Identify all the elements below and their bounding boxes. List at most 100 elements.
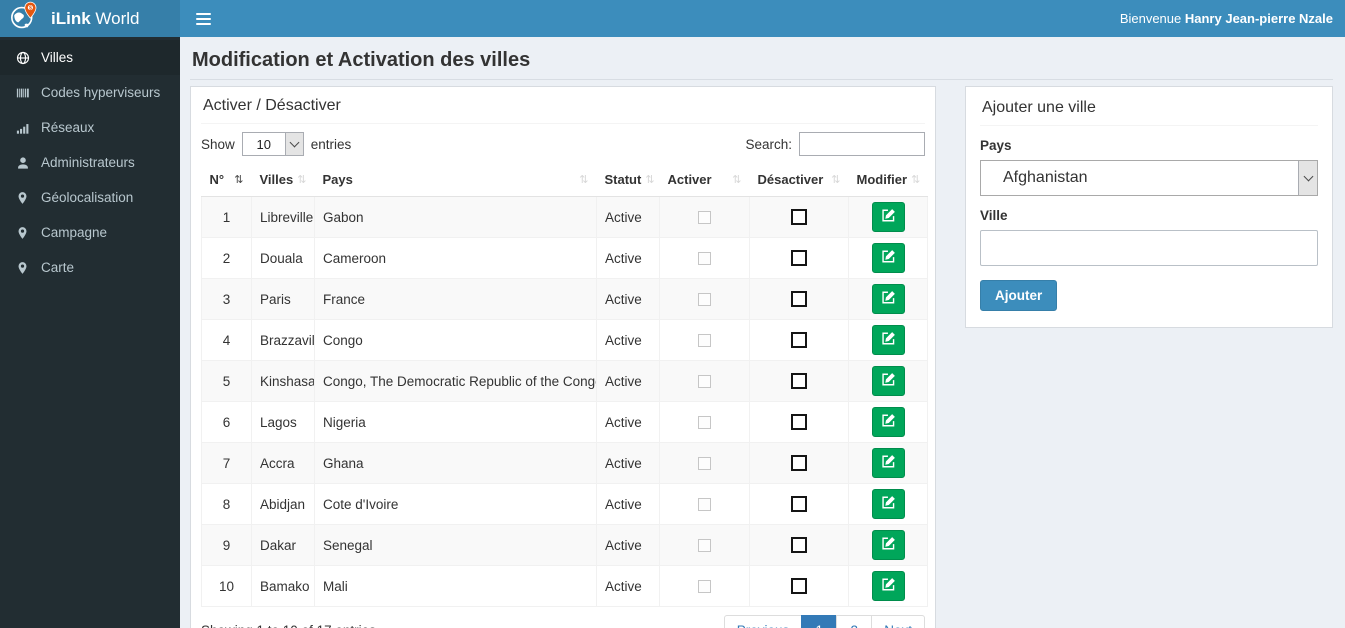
activer-checkbox [698, 416, 711, 430]
column-header[interactable]: Modifier ⇅ [848, 166, 928, 197]
column-header[interactable]: Statut ⇅ [596, 166, 660, 197]
desactiver-checkbox[interactable] [791, 414, 807, 431]
entries-length-select[interactable]: 10 [241, 132, 304, 156]
cell-statut: Active [596, 442, 660, 484]
activer-checkbox [698, 498, 711, 512]
column-header[interactable]: N° ⇅ [201, 166, 252, 197]
ville-input[interactable] [980, 230, 1318, 266]
pays-select[interactable]: Afghanistan [980, 160, 1318, 196]
title-divider [190, 79, 1333, 80]
cell-ville: Accra [251, 442, 315, 484]
pays-selected-value: Afghanistan [1003, 169, 1088, 186]
sidebar-item-label: Villes [41, 50, 74, 65]
globe-icon [16, 51, 29, 64]
column-header-label: Modifier [856, 172, 908, 187]
hamburger-menu-icon[interactable] [189, 8, 218, 30]
column-header[interactable]: Désactiver ⇅ [749, 166, 849, 197]
activer-checkbox [698, 457, 711, 471]
modifier-button[interactable] [871, 489, 905, 519]
ajouter-button[interactable]: Ajouter [980, 280, 1058, 311]
sort-icon[interactable]: ⇅ [911, 173, 920, 186]
top-nav: Bienvenue Hanry Jean-pierre Nzale [180, 0, 1345, 37]
modifier-button[interactable] [871, 407, 905, 437]
page-number-button[interactable]: 1 [801, 615, 838, 628]
desactiver-checkbox[interactable] [791, 291, 807, 308]
cell-pays: Cote d'Ivoire [314, 483, 597, 525]
column-header[interactable]: Activer ⇅ [659, 166, 750, 197]
globe-pin-logo-icon: $ [9, 1, 39, 36]
sort-icon[interactable]: ⇅ [297, 173, 306, 186]
ajouter-panel-title: Ajouter une ville [980, 97, 1318, 126]
sidebar: Villes Codes hyperviseurs Réseaux Admini… [0, 37, 180, 628]
sort-icon[interactable]: ⇅ [645, 173, 654, 186]
modifier-button[interactable] [871, 366, 905, 396]
activer-checkbox [698, 334, 711, 348]
cell-pays: Mali [314, 565, 597, 607]
activer-checkbox [698, 252, 711, 266]
sidebar-item-reseaux[interactable]: Réseaux [0, 110, 180, 145]
column-header-label: Pays [322, 172, 353, 187]
desactiver-checkbox[interactable] [791, 373, 807, 390]
cell-ville: Abidjan [251, 483, 315, 525]
sort-icon[interactable]: ⇅ [732, 173, 741, 186]
cell-statut: Active [596, 319, 660, 361]
table-row: 5 Kinshasa Congo, The Democratic Republi… [201, 360, 928, 402]
table-row: 6 Lagos Nigeria Active [201, 401, 928, 443]
entries-length-control: Show 10 entries [201, 132, 351, 156]
desactiver-checkbox[interactable] [791, 537, 807, 554]
edit-pencil-icon [881, 372, 896, 390]
page-number-button[interactable]: 2 [836, 615, 873, 628]
desactiver-checkbox[interactable] [791, 496, 807, 513]
edit-pencil-icon [881, 331, 896, 349]
sort-icon[interactable]: ⇅ [234, 173, 243, 186]
modifier-button[interactable] [871, 325, 905, 355]
desactiver-checkbox[interactable] [791, 209, 807, 226]
table-row: 3 Paris France Active [201, 278, 928, 320]
desactiver-checkbox[interactable] [791, 578, 807, 595]
edit-pencil-icon [881, 290, 896, 308]
brand-logo[interactable]: $ iLink World [0, 0, 180, 37]
sidebar-item-villes[interactable]: Villes [0, 40, 180, 75]
modifier-button[interactable] [871, 202, 905, 232]
search-input[interactable] [799, 132, 925, 156]
sidebar-item-administrateurs[interactable]: Administrateurs [0, 145, 180, 180]
cell-numero: 5 [201, 360, 252, 402]
sort-icon[interactable]: ⇅ [831, 173, 840, 186]
content-area: Modification et Activation des villes Ac… [180, 37, 1345, 628]
column-header[interactable]: Pays ⇅ [314, 166, 597, 197]
sidebar-item-geolocalisation[interactable]: Géolocalisation [0, 180, 180, 215]
next-page-button[interactable]: Next [871, 615, 925, 628]
search-control: Search: [745, 132, 925, 156]
sidebar-item-campagne[interactable]: Campagne [0, 215, 180, 250]
cell-ville: Lagos [251, 401, 315, 443]
activer-checkbox [698, 580, 711, 594]
sidebar-item-codes-hyperviseurs[interactable]: Codes hyperviseurs [0, 75, 180, 110]
desactiver-checkbox[interactable] [791, 332, 807, 349]
column-header[interactable]: Villes ⇅ [251, 166, 315, 197]
desactiver-checkbox[interactable] [791, 250, 807, 267]
table-row: 8 Abidjan Cote d'Ivoire Active [201, 483, 928, 525]
sort-icon[interactable]: ⇅ [579, 173, 588, 186]
desactiver-checkbox[interactable] [791, 455, 807, 472]
app-window: $ iLink World Bienvenue Hanry Jean-pierr… [0, 0, 1345, 628]
modifier-button[interactable] [871, 571, 905, 601]
modifier-button[interactable] [871, 530, 905, 560]
cell-pays: Nigeria [314, 401, 597, 443]
table-row: 1 Libreville Gabon Active [201, 196, 928, 238]
cell-statut: Active [596, 565, 660, 607]
modifier-button[interactable] [871, 243, 905, 273]
chevron-down-icon [1298, 161, 1317, 195]
modifier-button[interactable] [871, 284, 905, 314]
sidebar-item-carte[interactable]: Carte [0, 250, 180, 285]
cell-pays: Congo, The Democratic Republic of the Co… [314, 360, 597, 402]
cell-numero: 4 [201, 319, 252, 361]
previous-page-button[interactable]: Previous [723, 615, 803, 628]
ajouter-ville-panel: Ajouter une ville Pays Afghanistan Ville… [965, 86, 1333, 328]
sidebar-item-label: Réseaux [41, 120, 95, 135]
pays-label: Pays [980, 138, 1012, 153]
modifier-button[interactable] [871, 448, 905, 478]
panel-title: Activer / Désactiver [201, 95, 925, 124]
sidebar-item-label: Campagne [41, 225, 108, 240]
cell-numero: 10 [201, 565, 252, 607]
cell-statut: Active [596, 196, 660, 238]
